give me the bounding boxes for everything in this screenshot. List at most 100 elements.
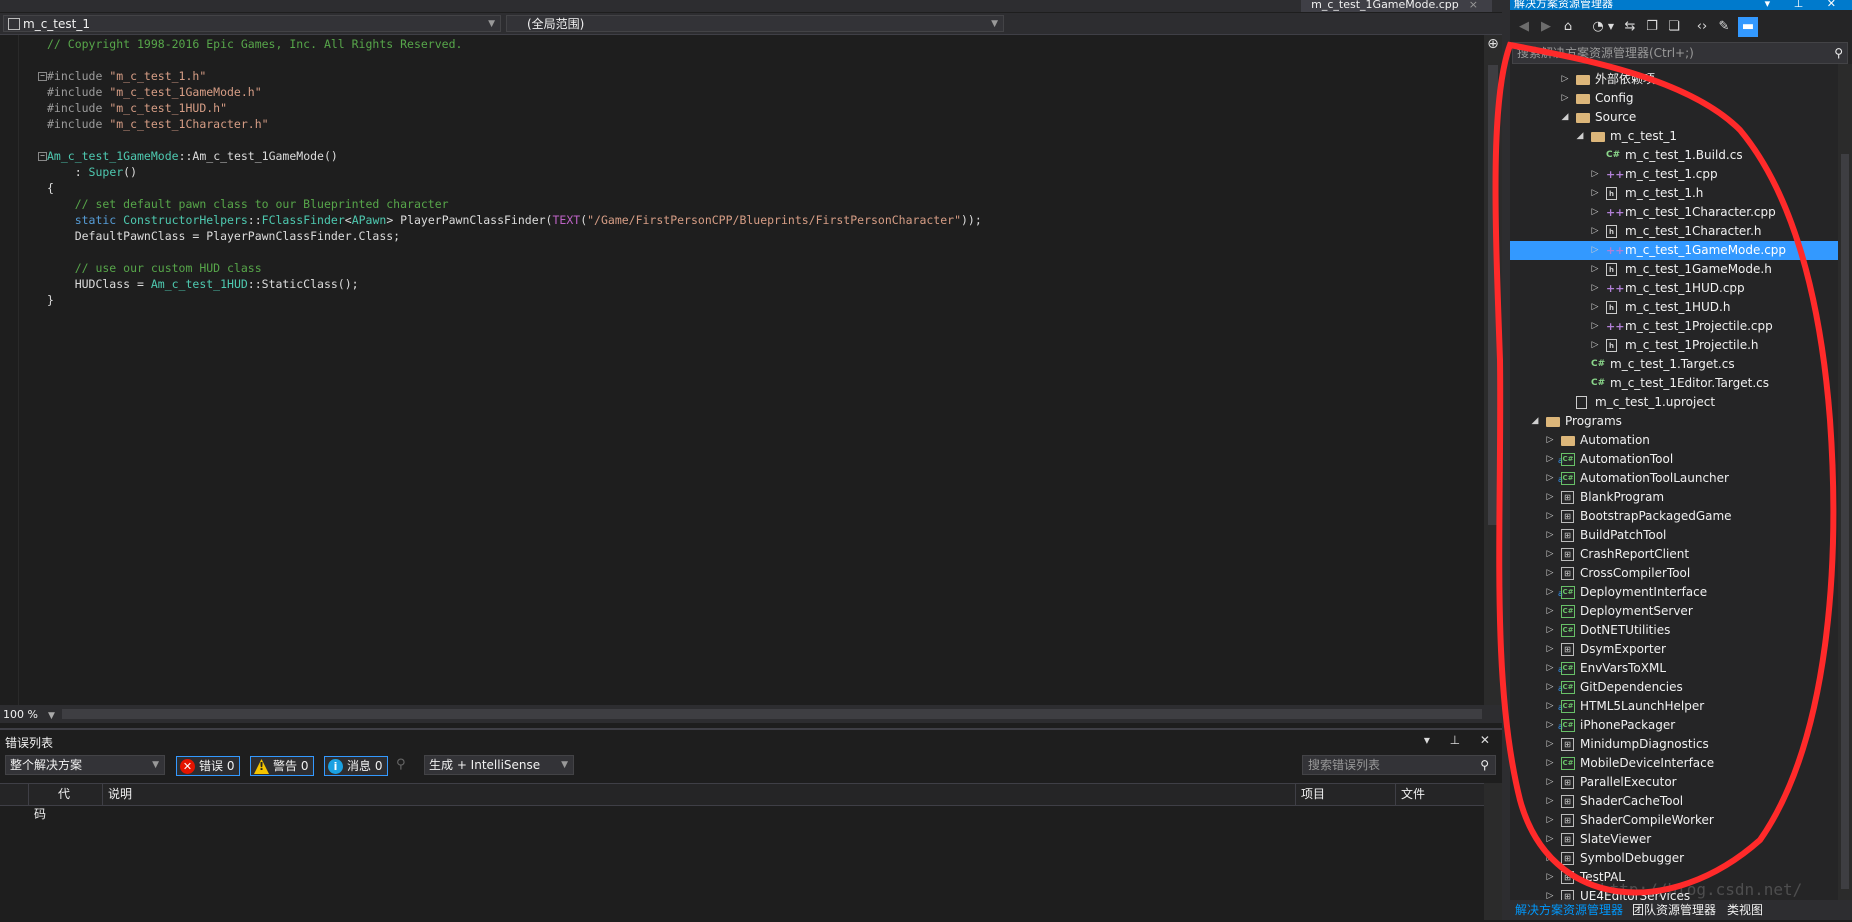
tree-item[interactable]: ▷ ⊞ DsymExporter xyxy=(1510,640,1838,659)
collapsed-arrow-icon[interactable]: ▷ xyxy=(1545,830,1555,849)
error-list-scrollbar[interactable] xyxy=(1484,783,1502,920)
filter-funnel-icon[interactable]: ⚲ xyxy=(396,757,406,772)
collapsed-arrow-icon[interactable]: ▷ xyxy=(1560,89,1570,108)
tree-item[interactable]: ▷ ⊞ ShaderCompileWorker xyxy=(1510,811,1838,830)
tree-item[interactable]: ▷ h m_c_test_1Character.h xyxy=(1510,222,1838,241)
collapsed-arrow-icon[interactable]: ▷ xyxy=(1545,697,1555,716)
tab-solution-explorer[interactable]: 解决方案资源管理器 xyxy=(1515,900,1623,920)
collapsed-arrow-icon[interactable]: ▷ xyxy=(1545,431,1555,450)
tree-item[interactable]: ▷ h m_c_test_1HUD.h xyxy=(1510,298,1838,317)
editor-horizontal-scrollbar[interactable] xyxy=(62,709,1482,719)
view-code-icon[interactable]: ‹› xyxy=(1692,17,1712,37)
tab-close-icon[interactable]: × xyxy=(1469,0,1478,11)
tree-item[interactable]: ▷ a C# EnvVarsToXML xyxy=(1510,659,1838,678)
tree-item[interactable]: ▷ h m_c_test_1Projectile.h xyxy=(1510,336,1838,355)
zoom-dropdown[interactable]: 100 % ▼ xyxy=(3,708,55,721)
collapsed-arrow-icon[interactable]: ▷ xyxy=(1545,602,1555,621)
messages-filter-button[interactable]: i 消息 0 xyxy=(324,756,389,776)
tree-item[interactable]: ▷ ⊞ ParallelExecutor xyxy=(1510,773,1838,792)
solution-search-input[interactable]: 搜索解决方案资源管理器(Ctrl+;) ⚲ xyxy=(1512,42,1848,64)
collapsed-arrow-icon[interactable]: ▷ xyxy=(1545,640,1555,659)
column-header-description[interactable]: 说明 xyxy=(102,784,1298,805)
collapsed-arrow-icon[interactable]: ▷ xyxy=(1545,716,1555,735)
tree-item[interactable]: ▷ ++ m_c_test_1HUD.cpp xyxy=(1510,279,1838,298)
collapsed-arrow-icon[interactable]: ▷ xyxy=(1545,735,1555,754)
preview-icon[interactable]: ▬ xyxy=(1738,17,1758,37)
collapsed-arrow-icon[interactable]: ▷ xyxy=(1545,450,1555,469)
tab-team-explorer[interactable]: 团队资源管理器 xyxy=(1632,900,1716,920)
tree-item[interactable]: ▷ a C# AutomationToolLauncher xyxy=(1510,469,1838,488)
tree-item[interactable]: ▷ h m_c_test_1.h xyxy=(1510,184,1838,203)
tree-item[interactable]: ▷ ++ m_c_test_1.cpp xyxy=(1510,165,1838,184)
collapsed-arrow-icon[interactable]: ▷ xyxy=(1545,621,1555,640)
tree-item[interactable]: ▷ Automation xyxy=(1510,431,1838,450)
errors-filter-button[interactable]: ✕ 错误 0 xyxy=(176,756,241,776)
warnings-filter-button[interactable]: ! 警告 0 xyxy=(250,756,315,776)
tree-item[interactable]: m_c_test_1.uproject xyxy=(1510,393,1838,412)
editor-vertical-scrollbar[interactable]: ⊕ xyxy=(1484,35,1502,705)
tree-item[interactable]: ▷ 外部依赖项 xyxy=(1510,70,1838,89)
tree-item[interactable]: ▷ ⊞ MinidumpDiagnostics xyxy=(1510,735,1838,754)
tree-item[interactable]: ▷ a C# GitDependencies xyxy=(1510,678,1838,697)
code-text[interactable]: // Copyright 1998-2016 Epic Games, Inc. … xyxy=(38,36,982,308)
fold-toggle-icon[interactable]: − xyxy=(38,152,47,161)
column-header-project[interactable]: 项目 xyxy=(1295,784,1391,805)
collapsed-arrow-icon[interactable]: ▷ xyxy=(1545,678,1555,697)
tree-item[interactable]: ▷ ⊞ ShaderCacheTool xyxy=(1510,792,1838,811)
column-header-file[interactable]: 文件 xyxy=(1395,784,1491,805)
tree-item[interactable]: ▷ ⊞ BuildPatchTool xyxy=(1510,526,1838,545)
document-tab[interactable]: m_c_test_1GameMode.cpp × xyxy=(1301,0,1492,12)
tree-item[interactable]: ▷ ++ m_c_test_1Projectile.cpp xyxy=(1510,317,1838,336)
collapsed-arrow-icon[interactable]: ▷ xyxy=(1545,773,1555,792)
collapsed-arrow-icon[interactable]: ▷ xyxy=(1590,165,1600,184)
collapsed-arrow-icon[interactable]: ▷ xyxy=(1545,507,1555,526)
panel-splitter[interactable] xyxy=(1502,0,1510,920)
collapsed-arrow-icon[interactable]: ▷ xyxy=(1545,659,1555,678)
collapsed-arrow-icon[interactable]: ▷ xyxy=(1545,545,1555,564)
error-scope-dropdown[interactable]: 整个解决方案 ▼ xyxy=(5,755,165,775)
collapsed-arrow-icon[interactable]: ▷ xyxy=(1590,260,1600,279)
scrollbar-thumb[interactable] xyxy=(1841,154,1849,889)
tree-item[interactable]: ▷ a C# AutomationTool xyxy=(1510,450,1838,469)
tree-item[interactable]: ▷ ⊞ BlankProgram xyxy=(1510,488,1838,507)
tree-item[interactable]: ▷ Config xyxy=(1510,89,1838,108)
properties-wrench-icon[interactable]: ✎ xyxy=(1714,17,1734,37)
collapsed-arrow-icon[interactable]: ▷ xyxy=(1545,583,1555,602)
collapse-all-icon[interactable]: ❐ xyxy=(1642,17,1662,37)
chevron-down-icon[interactable]: ▼ xyxy=(1606,17,1616,37)
collapsed-arrow-icon[interactable]: ▷ xyxy=(1590,336,1600,355)
expanded-arrow-icon[interactable]: ◢ xyxy=(1560,108,1570,127)
collapsed-arrow-icon[interactable]: ▷ xyxy=(1590,241,1600,260)
split-window-icon[interactable]: ⊕ xyxy=(1487,37,1499,51)
scope-dropdown[interactable]: (全局范围) ▼ xyxy=(506,15,1004,32)
collapsed-arrow-icon[interactable]: ▷ xyxy=(1545,526,1555,545)
column-header-code[interactable]: 代码 xyxy=(28,784,74,821)
collapsed-arrow-icon[interactable]: ▷ xyxy=(1545,754,1555,773)
back-icon[interactable]: ◀ xyxy=(1514,17,1534,37)
collapsed-arrow-icon[interactable]: ▷ xyxy=(1545,488,1555,507)
tree-item[interactable]: ▷ ⊞ BootstrapPackagedGame xyxy=(1510,507,1838,526)
collapsed-arrow-icon[interactable]: ▷ xyxy=(1545,868,1555,887)
tree-item[interactable]: ▷ C# DotNETUtilities xyxy=(1510,621,1838,640)
expanded-arrow-icon[interactable]: ◢ xyxy=(1575,127,1585,146)
build-filter-dropdown[interactable]: 生成 + IntelliSense ▼ xyxy=(424,755,574,775)
tree-item[interactable]: C# m_c_test_1Editor.Target.cs xyxy=(1510,374,1838,393)
project-dropdown[interactable]: m_c_test_1 ▼ xyxy=(3,15,501,32)
panel-window-controls[interactable]: ▾ ⊥ ✕ xyxy=(1765,0,1846,9)
tree-item[interactable]: ▷ ⊞ SymbolDebugger xyxy=(1510,849,1838,868)
tree-item[interactable]: ▷ C# DeploymentServer xyxy=(1510,602,1838,621)
tree-item[interactable]: ▷ a C# HTML5LaunchHelper xyxy=(1510,697,1838,716)
tab-class-view[interactable]: 类视图 xyxy=(1727,900,1763,920)
home-icon[interactable]: ⌂ xyxy=(1558,17,1578,37)
collapsed-arrow-icon[interactable]: ▷ xyxy=(1590,203,1600,222)
collapsed-arrow-icon[interactable]: ▷ xyxy=(1545,469,1555,488)
tree-item[interactable]: ▷ ++ m_c_test_1Character.cpp xyxy=(1510,203,1838,222)
tree-item[interactable]: C# m_c_test_1.Target.cs xyxy=(1510,355,1838,374)
tree-item[interactable]: ▷ C# MobileDeviceInterface xyxy=(1510,754,1838,773)
tree-item[interactable]: ▷ ⊞ CrashReportClient xyxy=(1510,545,1838,564)
tree-item[interactable]: ◢ Source xyxy=(1510,108,1838,127)
tree-item[interactable]: ▷ ++ m_c_test_1GameMode.cpp xyxy=(1510,241,1838,260)
panel-window-controls[interactable]: ▾ ⊥ ✕ xyxy=(1424,733,1498,747)
collapsed-arrow-icon[interactable]: ▷ xyxy=(1545,849,1555,868)
scrollbar-thumb[interactable] xyxy=(1488,65,1498,525)
